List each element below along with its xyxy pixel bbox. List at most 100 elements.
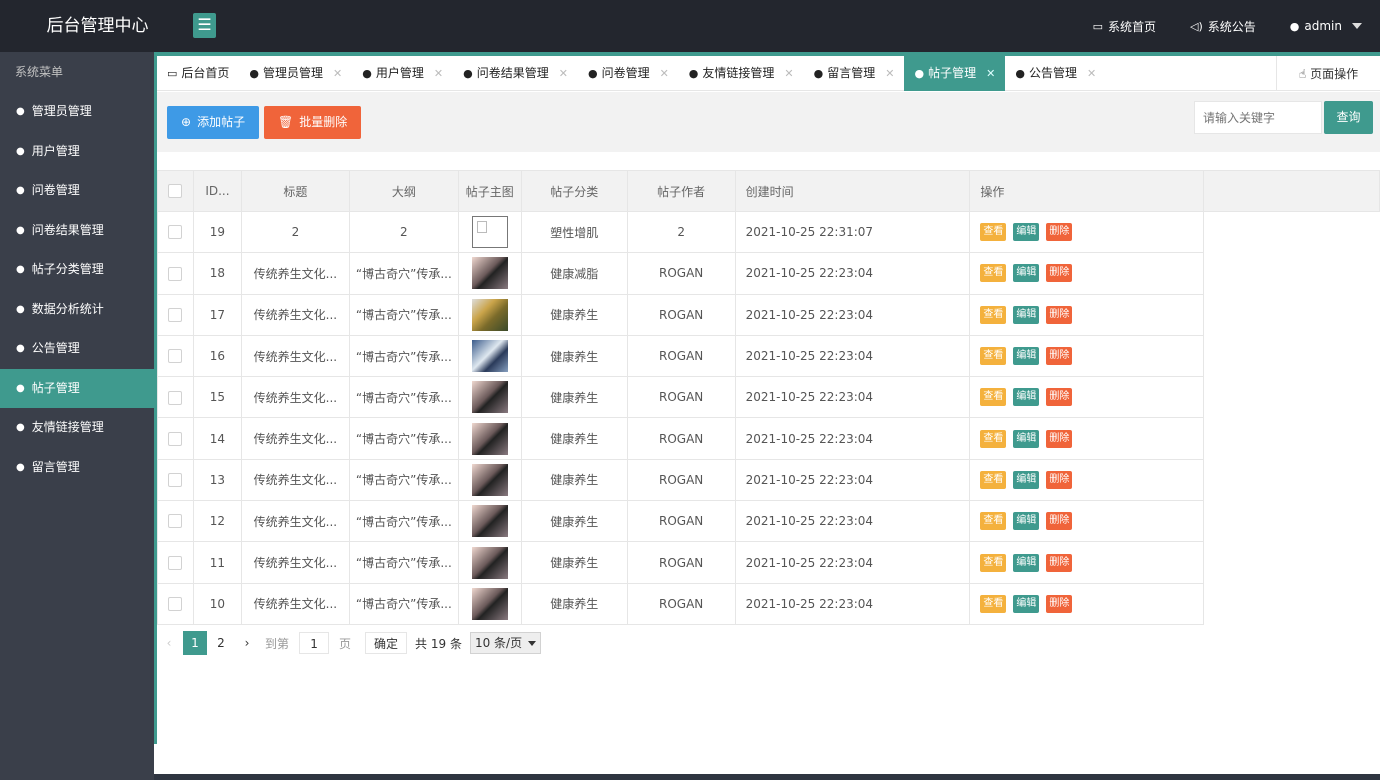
- close-icon[interactable]: ✕: [1087, 56, 1096, 91]
- tab[interactable]: ● 帖子管理 ✕: [904, 56, 1006, 91]
- table-row[interactable]: 18 传统养生文化... “博古奇穴”传承... 健康减脂 ROGAN 2021-10-2…: [157, 252, 1380, 295]
- sidebar-item[interactable]: ● 友情链接管理: [0, 408, 154, 448]
- tab[interactable]: ● 留言管理 ✕: [804, 56, 905, 91]
- delete-button[interactable]: 删除: [1046, 223, 1073, 242]
- table-row[interactable]: 13 传统养生文化... “博古奇穴”传承... 健康养生 ROGAN 2021-10-2…: [157, 458, 1380, 502]
- post-thumbnail[interactable]: [471, 257, 508, 290]
- row-checkbox[interactable]: [157, 210, 194, 254]
- delete-button[interactable]: 删除: [1046, 512, 1073, 531]
- view-button[interactable]: 查看: [980, 553, 1007, 572]
- edit-button[interactable]: 编辑: [1013, 388, 1040, 407]
- delete-button[interactable]: 删除: [1046, 305, 1073, 324]
- col-header-category[interactable]: 帖子分类: [520, 170, 628, 212]
- table-row[interactable]: 10 传统养生文化... “博古奇穴”传承... 健康养生 ROGAN 2021-10-2…: [157, 582, 1380, 625]
- page-number[interactable]: 2: [209, 631, 233, 655]
- table-row[interactable]: 11 传统养生文化... “博古奇穴”传承... 健康养生 ROGAN 2021-10-2…: [157, 541, 1380, 584]
- col-header-image[interactable]: 帖子主图: [457, 170, 522, 212]
- edit-button[interactable]: 编辑: [1013, 594, 1040, 613]
- delete-button[interactable]: 删除: [1046, 429, 1073, 448]
- tab[interactable]: ● 友情链接管理 ✕: [679, 56, 804, 91]
- post-thumbnail[interactable]: [471, 340, 508, 373]
- goto-page-input[interactable]: 1: [299, 632, 330, 654]
- close-icon[interactable]: ✕: [559, 56, 568, 91]
- edit-button[interactable]: 编辑: [1013, 264, 1040, 283]
- sidebar-item[interactable]: ● 问卷管理: [0, 171, 154, 211]
- row-checkbox[interactable]: [157, 417, 194, 460]
- row-checkbox[interactable]: [157, 500, 194, 543]
- sidebar-item[interactable]: ● 留言管理: [0, 448, 154, 488]
- table-row[interactable]: 15 传统养生文化... “博古奇穴”传承... 健康养生 ROGAN 2021-10-2…: [157, 376, 1380, 419]
- prev-page-icon[interactable]: ‹: [157, 631, 181, 655]
- menu-toggle-button[interactable]: ☰: [193, 13, 216, 38]
- post-thumbnail[interactable]: [471, 546, 508, 579]
- post-thumbnail[interactable]: [471, 587, 508, 620]
- close-icon[interactable]: ✕: [434, 56, 443, 91]
- delete-button[interactable]: 删除: [1046, 388, 1073, 407]
- sidebar-item[interactable]: ● 管理员管理: [0, 92, 154, 132]
- table-row[interactable]: 12 传统养生文化... “博古奇穴”传承... 健康养生 ROGAN 2021-10-2…: [157, 500, 1380, 543]
- delete-button[interactable]: 删除: [1046, 347, 1073, 366]
- table-row[interactable]: 19 2 2 塑性增肌 2 2021-10-25 22:31:07 查看 编辑 删除: [157, 210, 1380, 254]
- post-thumbnail[interactable]: [471, 463, 508, 496]
- row-checkbox[interactable]: [157, 376, 194, 419]
- page-operations-button[interactable]: ☝ 页面操作: [1276, 56, 1380, 91]
- tab[interactable]: ● 用户管理 ✕: [352, 56, 453, 91]
- page-number[interactable]: 1: [183, 631, 207, 655]
- sidebar-item[interactable]: ● 问卷结果管理: [0, 211, 154, 251]
- edit-button[interactable]: 编辑: [1013, 305, 1040, 324]
- view-button[interactable]: 查看: [980, 512, 1007, 531]
- close-icon[interactable]: ✕: [986, 56, 995, 91]
- col-header-created[interactable]: 创建时间: [734, 170, 971, 212]
- post-thumbnail[interactable]: [471, 298, 508, 331]
- edit-button[interactable]: 编辑: [1013, 223, 1040, 242]
- page-size-select[interactable]: 10 条/页: [469, 632, 542, 654]
- sidebar-item[interactable]: ● 数据分析统计: [0, 290, 154, 330]
- row-checkbox[interactable]: [157, 293, 194, 336]
- goto-confirm-button[interactable]: 确定: [365, 632, 408, 654]
- col-header-author[interactable]: 帖子作者: [626, 170, 736, 212]
- col-header-outline[interactable]: 大纲: [348, 170, 459, 212]
- delete-button[interactable]: 删除: [1046, 594, 1073, 613]
- post-thumbnail[interactable]: [471, 381, 508, 414]
- view-button[interactable]: 查看: [980, 305, 1007, 324]
- select-all-checkbox[interactable]: [157, 170, 194, 212]
- search-input[interactable]: [1194, 101, 1322, 134]
- edit-button[interactable]: 编辑: [1013, 553, 1040, 572]
- row-checkbox[interactable]: [157, 334, 194, 378]
- row-checkbox[interactable]: [157, 458, 194, 502]
- nav-announcement[interactable]: ◁) 系统公告: [1190, 18, 1256, 35]
- close-icon[interactable]: ✕: [333, 56, 342, 91]
- sidebar-item[interactable]: ● 用户管理: [0, 132, 154, 172]
- sidebar-item[interactable]: ● 帖子管理: [0, 368, 154, 408]
- nav-user-menu[interactable]: ● admin: [1290, 19, 1362, 33]
- batch-delete-button[interactable]: 🗑 批量删除: [264, 106, 362, 139]
- row-checkbox[interactable]: [157, 582, 194, 625]
- edit-button[interactable]: 编辑: [1013, 470, 1040, 489]
- tab[interactable]: ● 公告管理 ✕: [1005, 56, 1106, 91]
- view-button[interactable]: 查看: [980, 388, 1007, 407]
- delete-button[interactable]: 删除: [1046, 553, 1073, 572]
- post-thumbnail[interactable]: [471, 505, 508, 538]
- next-page-icon[interactable]: ›: [235, 631, 259, 655]
- tab[interactable]: ● 问卷结果管理 ✕: [453, 56, 578, 91]
- tab[interactable]: ● 管理员管理 ✕: [239, 56, 352, 91]
- close-icon[interactable]: ✕: [885, 56, 894, 91]
- add-post-button[interactable]: ⊕ 添加帖子: [167, 106, 260, 139]
- row-checkbox[interactable]: [157, 252, 194, 295]
- close-icon[interactable]: ✕: [784, 56, 793, 91]
- sidebar-item[interactable]: ● 公告管理: [0, 329, 154, 369]
- table-row[interactable]: 17 传统养生文化... “博古奇穴”传承... 健康养生 ROGAN 2021-10-2…: [157, 293, 1380, 336]
- tab[interactable]: ▭ 后台首页: [157, 56, 239, 91]
- nav-home[interactable]: ▭ 系统首页: [1093, 18, 1156, 35]
- edit-button[interactable]: 编辑: [1013, 512, 1040, 531]
- col-header-id[interactable]: ID...: [192, 170, 242, 212]
- edit-button[interactable]: 编辑: [1013, 429, 1040, 448]
- table-row[interactable]: 14 传统养生文化... “博古奇穴”传承... 健康养生 ROGAN 2021-10-2…: [157, 417, 1380, 460]
- view-button[interactable]: 查看: [980, 594, 1007, 613]
- edit-button[interactable]: 编辑: [1013, 347, 1040, 366]
- row-checkbox[interactable]: [157, 541, 194, 584]
- delete-button[interactable]: 删除: [1046, 264, 1073, 283]
- view-button[interactable]: 查看: [980, 264, 1007, 283]
- delete-button[interactable]: 删除: [1046, 470, 1073, 489]
- col-header-title[interactable]: 标题: [240, 170, 350, 212]
